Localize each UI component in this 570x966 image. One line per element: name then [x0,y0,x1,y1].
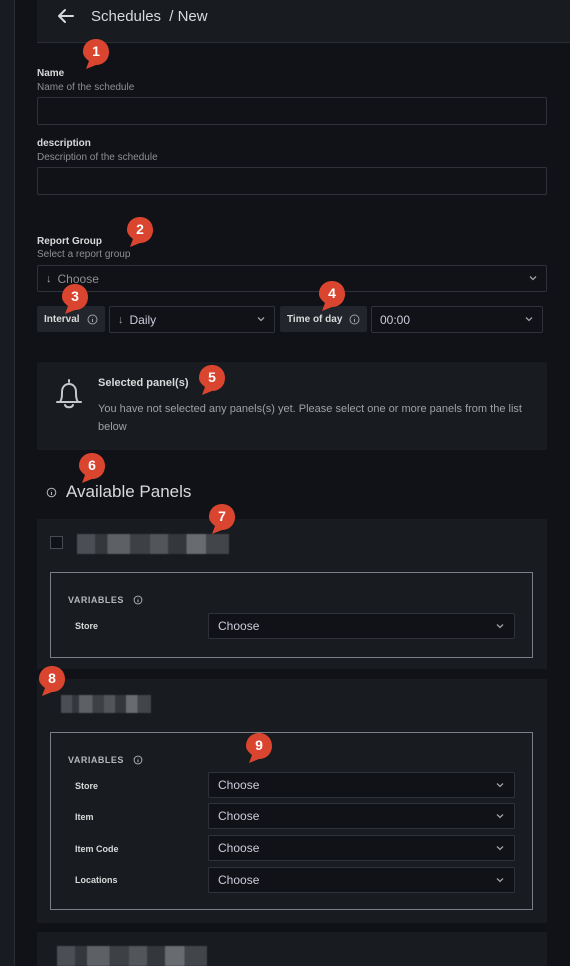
variable-select-store[interactable]: Choose [208,772,515,798]
page-header: Schedules / New [37,0,570,43]
variable-value: Choose [218,841,260,855]
arrow-down-icon: ↓ [118,313,124,326]
variable-select-item-code[interactable]: Choose [208,835,515,861]
redacted-panel-name [57,946,207,966]
annotation-marker: 1 [82,38,110,70]
description-description: Description of the schedule [37,152,158,163]
chevron-down-icon [525,317,533,322]
chevron-down-icon [496,624,504,629]
variables-label: VARIABLES [68,755,143,765]
interval-label: Interval [44,313,80,325]
annotation-marker: 8 [38,665,66,697]
chevron-down-icon [529,276,537,281]
arrow-left-icon [58,9,74,23]
panel-card: VARIABLES Store Choose [37,519,547,669]
report-group-description: Select a report group [37,249,131,260]
annotation-marker: 2 [126,216,154,248]
chevron-down-icon [496,783,504,788]
time-of-day-label: Time of day [287,313,343,325]
variable-value: Choose [218,873,260,887]
report-group-label: Report Group [37,236,102,247]
name-input[interactable] [37,97,547,125]
back-button[interactable] [55,5,77,27]
redacted-panel-name [61,695,151,713]
time-of-day-value: 00:00 [380,312,411,327]
chevron-down-icon [496,878,504,883]
variable-value: Choose [218,619,260,633]
description-label: description [37,138,91,149]
time-of-day-select[interactable]: 00:00 [371,306,543,333]
info-icon [87,314,98,324]
panel-checkbox[interactable] [50,536,63,549]
panel-card: VARIABLES Store Choose Item Choose Item … [37,679,547,923]
report-group-select[interactable]: ↓ Choose [37,265,547,292]
page-title-sub: / New [169,8,208,25]
interval-value: Daily [129,312,157,327]
annotation-marker: 5 [198,364,226,396]
chevron-down-icon [257,317,265,322]
variable-name: Store [75,621,99,631]
available-panels-title: Available Panels [66,482,192,501]
name-label: Name [37,68,65,79]
bell-icon [56,379,82,409]
info-icon [133,755,143,765]
variable-name-item-code: Item Code [75,844,119,854]
annotation-marker: 3 [61,283,89,315]
variable-value: Choose [218,778,260,792]
variable-name-item: Item [75,812,94,822]
selected-panels-message: You have not selected any panels(s) yet.… [98,403,522,433]
chevron-down-icon [496,846,504,851]
interval-select[interactable]: ↓ Daily [109,306,275,333]
info-icon [349,314,360,324]
chevron-down-icon [496,814,504,819]
name-description: Name of the schedule [37,82,135,93]
selected-panels-box: Selected panel(s) You have not selected … [37,362,547,450]
info-icon [46,487,57,498]
selected-panels-title: Selected panel(s) [98,377,189,389]
info-icon [133,595,143,605]
variable-select-item[interactable]: Choose [208,803,515,829]
arrow-down-icon: ↓ [46,272,52,285]
annotation-marker: 6 [78,452,106,484]
variable-value: Choose [218,809,260,823]
left-rail [0,0,15,966]
redacted-panel-name [77,534,229,554]
page-title-main: Schedules [91,8,162,25]
variables-label: VARIABLES [68,595,143,605]
variables-box: VARIABLES Store Choose Item Choose Item … [50,732,533,910]
variable-select-locations[interactable]: Choose [208,867,515,893]
annotation-marker: 4 [318,280,346,312]
description-input[interactable] [37,167,547,195]
panel-card [37,932,547,966]
variable-name-locations: Locations [75,875,118,885]
annotation-marker: 9 [245,732,273,764]
variable-select[interactable]: Choose [208,613,515,639]
variables-box: VARIABLES Store Choose [50,572,533,658]
variable-name-store: Store [75,781,99,791]
page-title: Schedules / New [91,8,208,25]
annotation-marker: 7 [208,503,236,535]
